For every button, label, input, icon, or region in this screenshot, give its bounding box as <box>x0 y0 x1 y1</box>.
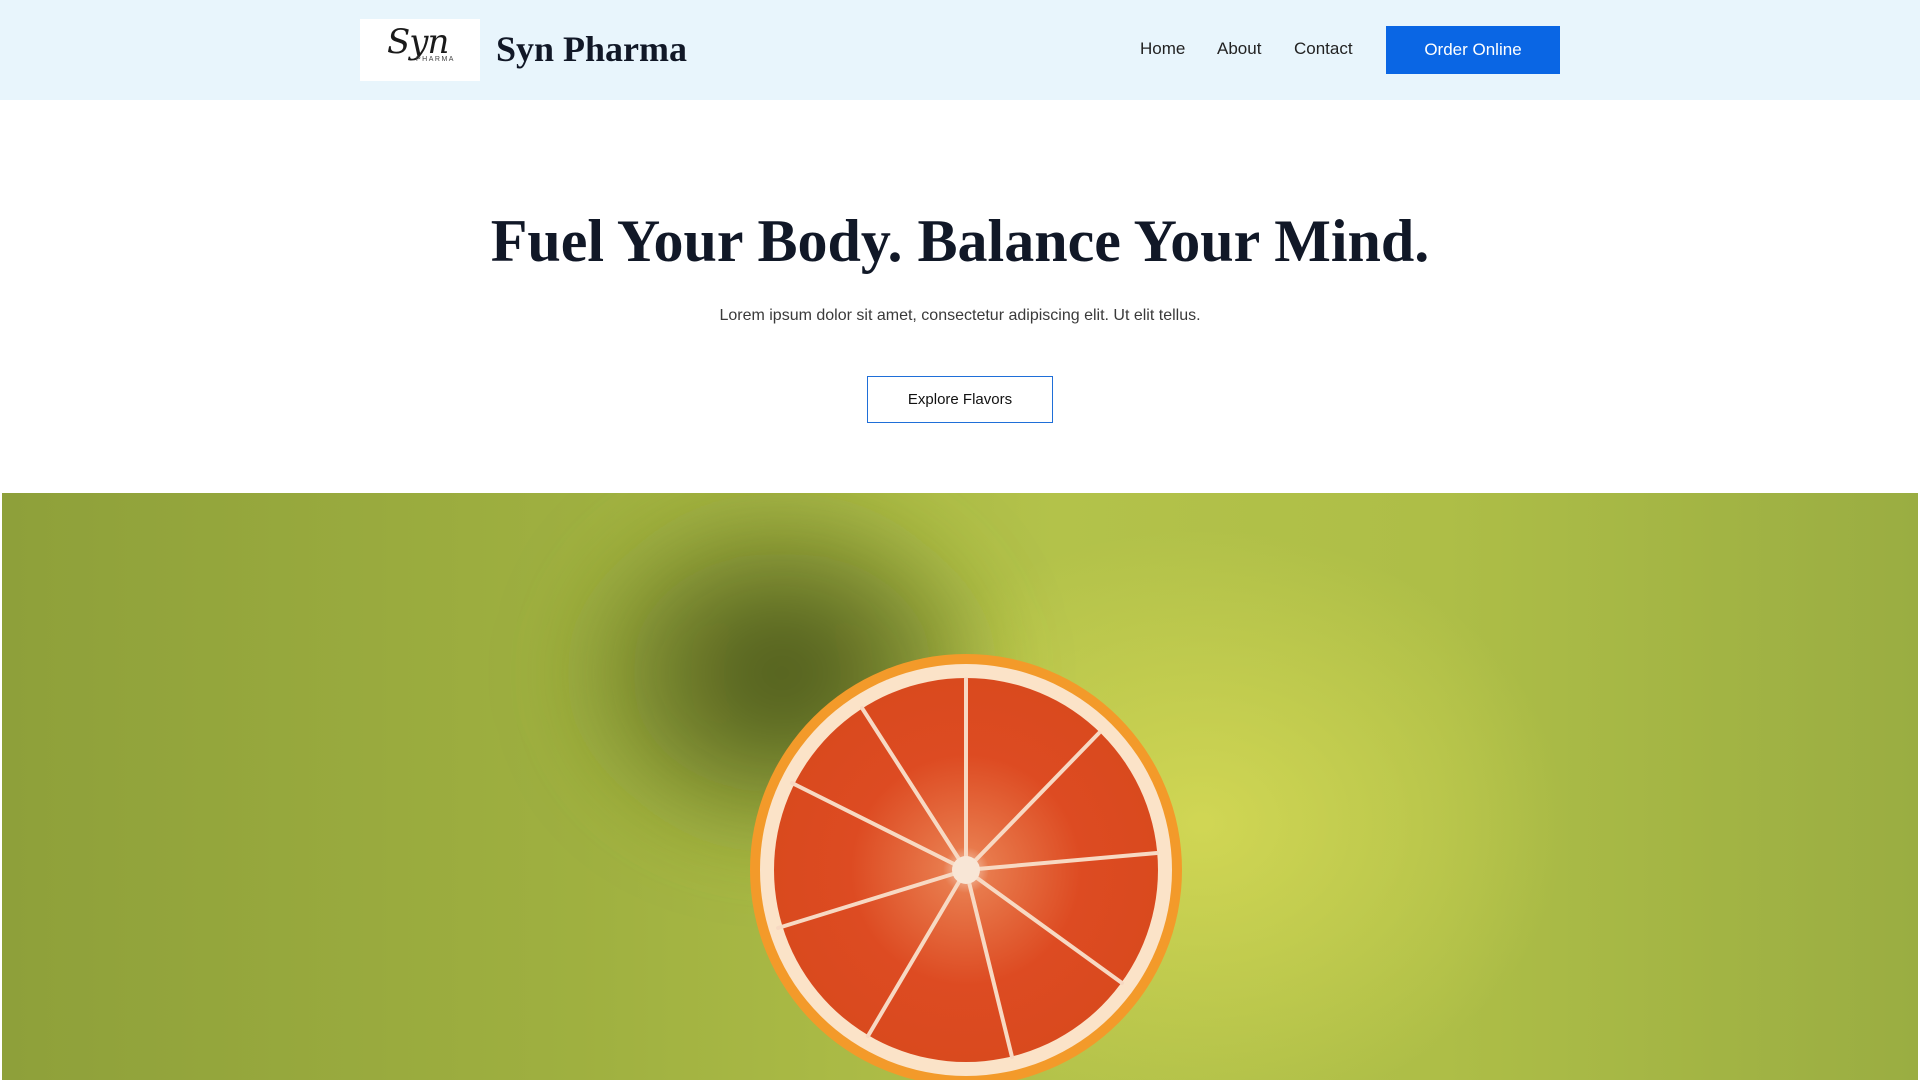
logo-script-text: Syn <box>387 22 449 62</box>
logo-sub-text: PHARMA <box>416 56 455 63</box>
explore-flavors-button[interactable]: Explore Flavors <box>867 376 1053 423</box>
nav-about-link[interactable]: About <box>1217 39 1261 59</box>
nav-contact-link[interactable]: Contact <box>1294 39 1353 59</box>
hero-title: Fuel Your Body. Balance Your Mind. <box>490 208 1430 274</box>
orange-center <box>952 856 980 884</box>
blood-orange-illustration <box>552 493 1182 1080</box>
site-logo[interactable]: Syn PHARMA <box>360 19 480 81</box>
nav-home-link[interactable]: Home <box>1140 39 1185 59</box>
site-header: Syn PHARMA Syn Pharma Home About Contact… <box>0 0 1920 100</box>
order-online-button[interactable]: Order Online <box>1386 26 1560 74</box>
hero-photo <box>2 493 1918 1080</box>
hero-subtitle: Lorem ipsum dolor sit amet, consectetur … <box>719 307 1201 324</box>
brand-name[interactable]: Syn Pharma <box>496 27 687 71</box>
